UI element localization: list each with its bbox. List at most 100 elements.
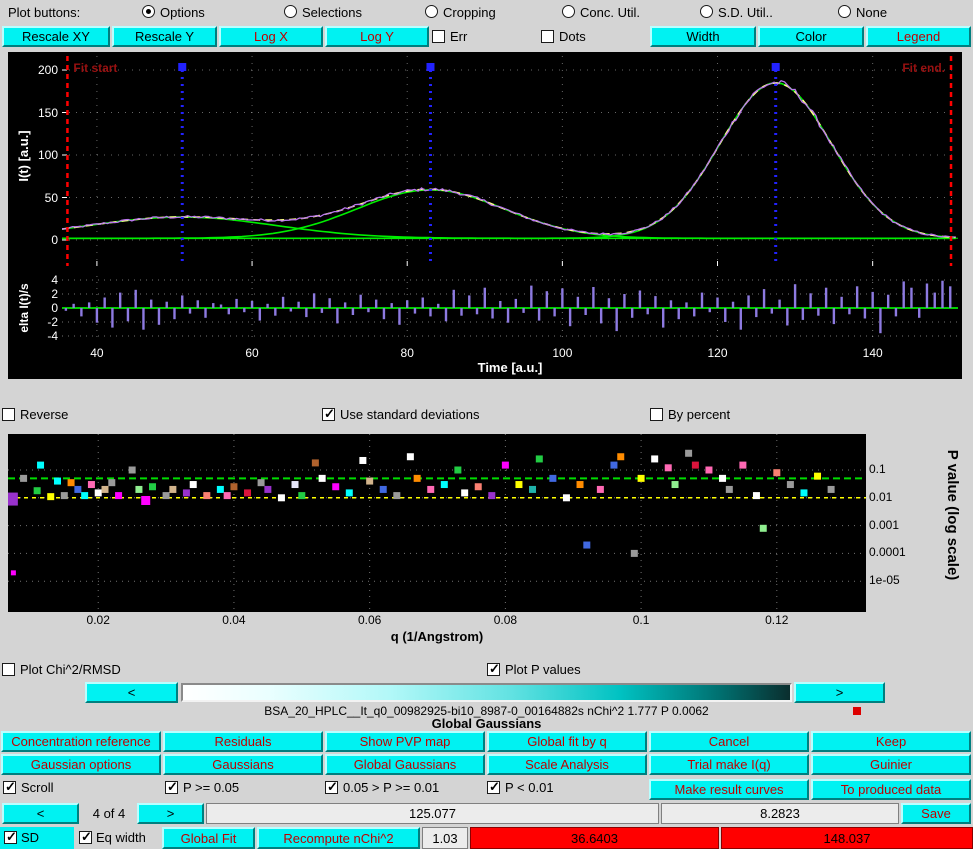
- grid-button-concentration-reference[interactable]: Concentration reference: [1, 731, 161, 752]
- eq-width-checkbox[interactable]: [79, 831, 92, 844]
- pvalue-plot-panel: [8, 434, 866, 612]
- radio-none[interactable]: [838, 5, 851, 18]
- residual-y-tick-label: 0: [36, 301, 58, 315]
- pvalue-x-tick-label: 0.12: [757, 613, 797, 627]
- grid-button-gaussians[interactable]: Gaussians: [163, 754, 323, 775]
- pvalue-x-tick-label: 0.06: [350, 613, 390, 627]
- nchi2-value-field[interactable]: 1.03: [422, 827, 468, 849]
- time-x-tick-label: 120: [702, 346, 734, 360]
- pvalue-xlabel: q (1/Angstrom): [337, 629, 537, 644]
- gaussian-prev-button[interactable]: <: [2, 803, 79, 824]
- radio-conc-util[interactable]: [562, 5, 575, 18]
- time-y-tick-label: 150: [26, 106, 58, 120]
- radio-options[interactable]: [142, 5, 155, 18]
- recompute-nchi2-button[interactable]: Recompute nChi^2: [257, 827, 420, 849]
- radio-selections-label: Selections: [302, 5, 362, 20]
- grid-button-global-fit-by-q[interactable]: Global fit by q: [487, 731, 647, 752]
- plot-p-values-checkbox[interactable]: [487, 663, 500, 676]
- svg-text:Fit end.: Fit end.: [902, 61, 945, 75]
- global-fit-button[interactable]: Global Fit: [162, 827, 255, 849]
- gaussian-width-field[interactable]: 8.2823: [661, 803, 899, 824]
- residual-ylabel: elta I(t)/s: [17, 270, 31, 346]
- residual-y-tick-label: 4: [36, 273, 58, 287]
- pvalue-y-tick-label: 0.0001: [869, 545, 906, 559]
- plot-buttons-label: Plot buttons:: [8, 5, 80, 20]
- make-result-curves-button[interactable]: Make result curves: [649, 779, 809, 800]
- p-mid-label: 0.05 > P >= 0.01: [343, 780, 439, 795]
- pvalue-y-tick-label: 0.1: [869, 462, 886, 476]
- plot-p-values-label: Plot P values: [505, 662, 581, 677]
- pvalue-x-tick-label: 0.04: [214, 613, 254, 627]
- grid-button-show-pvp-map[interactable]: Show PVP map: [325, 731, 485, 752]
- pvalue-x-tick-label: 0.1: [621, 613, 661, 627]
- pvalue-x-tick-label: 0.08: [485, 613, 525, 627]
- radio-sd-util[interactable]: [700, 5, 713, 18]
- dots-checkbox[interactable]: [541, 30, 554, 43]
- use-standard-deviations-checkbox[interactable]: [322, 408, 335, 421]
- p-high-checkbox[interactable]: [165, 781, 178, 794]
- global-gaussians-grid: Concentration referenceResidualsShow PVP…: [0, 731, 973, 777]
- colormap-progress-bar: [181, 683, 792, 702]
- grid-button-global-gaussians[interactable]: Global Gaussians: [325, 754, 485, 775]
- err-checkbox-label: Err: [450, 29, 467, 44]
- time-x-tick-label: 60: [236, 346, 268, 360]
- sd-label: SD: [21, 830, 39, 845]
- reverse-checkbox[interactable]: [2, 408, 15, 421]
- pvalue-y-tick-label: 1e-05: [869, 573, 900, 587]
- time-y-tick-label: 100: [26, 148, 58, 162]
- pager-next-button[interactable]: >: [794, 682, 885, 703]
- scroll-checkbox[interactable]: [3, 781, 16, 794]
- pvalue-ylabel: P value (log scale): [918, 445, 962, 585]
- pager-prev-button[interactable]: <: [85, 682, 178, 703]
- radio-cropping[interactable]: [425, 5, 438, 18]
- rescale-xy-button[interactable]: Rescale XY: [2, 26, 110, 47]
- gaussian-position-label: 4 of 4: [84, 806, 134, 821]
- radio-selections[interactable]: [284, 5, 297, 18]
- status-indicator: [853, 707, 861, 715]
- grid-button-guinier[interactable]: Guinier: [811, 754, 971, 775]
- plot-chi2-checkbox[interactable]: [2, 663, 15, 676]
- grid-button-cancel[interactable]: Cancel: [649, 731, 809, 752]
- time-y-tick-label: 0: [26, 233, 58, 247]
- save-button[interactable]: Save: [901, 803, 971, 824]
- pvalue-x-tick-label: 0.02: [78, 613, 118, 627]
- by-percent-checkbox[interactable]: [650, 408, 663, 421]
- gaussian-center-field[interactable]: 125.077: [206, 803, 659, 824]
- time-x-tick-label: 100: [546, 346, 578, 360]
- err-checkbox[interactable]: [432, 30, 445, 43]
- grid-button-scale-analysis[interactable]: Scale Analysis: [487, 754, 647, 775]
- legend-button[interactable]: Legend: [866, 26, 971, 47]
- p-low-label: P < 0.01: [505, 780, 554, 795]
- p-high-label: P >= 0.05: [183, 780, 239, 795]
- to-produced-data-button[interactable]: To produced data: [811, 779, 971, 800]
- residual-y-tick-label: 2: [36, 287, 58, 301]
- eq-width-label: Eq width: [96, 830, 146, 845]
- sd-checkbox[interactable]: [4, 831, 17, 844]
- grid-button-gaussian-options[interactable]: Gaussian options: [1, 754, 161, 775]
- gaussian-next-button[interactable]: >: [137, 803, 204, 824]
- use-standard-deviations-label: Use standard deviations: [340, 407, 479, 422]
- width-button[interactable]: Width: [650, 26, 756, 47]
- p-mid-checkbox[interactable]: [325, 781, 338, 794]
- fit-value1-field[interactable]: 36.6403: [470, 827, 719, 849]
- log-y-button[interactable]: Log Y: [325, 26, 429, 47]
- grid-button-keep[interactable]: Keep: [811, 731, 971, 752]
- global-gaussians-window: Plot buttons: Options Selections Croppin…: [0, 0, 973, 849]
- rescale-y-button[interactable]: Rescale Y: [112, 26, 217, 47]
- radio-conc-util-label: Conc. Util.: [580, 5, 640, 20]
- time-x-tick-label: 140: [857, 346, 889, 360]
- grid-button-trial-make-i-q-[interactable]: Trial make I(q): [649, 754, 809, 775]
- fit-value2-field[interactable]: 148.037: [721, 827, 973, 849]
- pvalue-plot-canvas[interactable]: [8, 434, 866, 612]
- grid-button-residuals[interactable]: Residuals: [163, 731, 323, 752]
- residual-y-tick-label: -4: [36, 329, 58, 343]
- pvalue-y-tick-label: 0.001: [869, 518, 899, 532]
- time-plot-canvas[interactable]: Fit startFit end.: [62, 56, 958, 266]
- color-button[interactable]: Color: [758, 26, 864, 47]
- time-x-tick-label: 80: [391, 346, 423, 360]
- log-x-button[interactable]: Log X: [219, 26, 323, 47]
- p-low-checkbox[interactable]: [487, 781, 500, 794]
- residual-plot-canvas[interactable]: [62, 276, 958, 340]
- radio-none-label: None: [856, 5, 887, 20]
- plot-chi2-label: Plot Chi^2/RMSD: [20, 662, 121, 677]
